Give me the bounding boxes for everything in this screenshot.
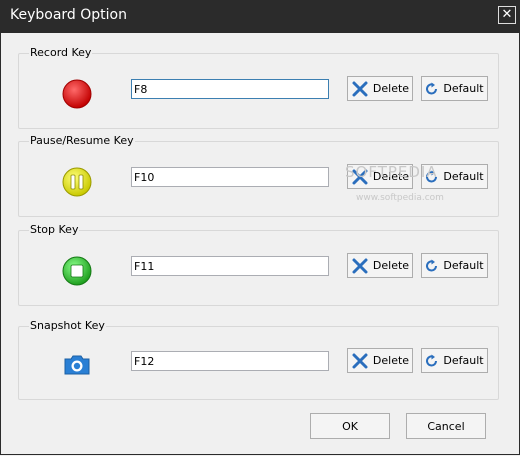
group-snapshot-key: Snapshot Key F12 Delete Default [18,319,499,400]
delete-button[interactable]: Delete [347,76,413,101]
stop-icon [59,253,95,289]
snapshot-key-input[interactable]: F12 [131,351,329,371]
watermark-url: www.softpedia.com [356,193,444,203]
group-label: Snapshot Key [29,319,106,332]
default-button[interactable]: Default [421,253,488,278]
ok-button[interactable]: OK [310,413,390,439]
close-icon[interactable]: ✕ [498,6,516,24]
stop-key-input[interactable]: F11 [131,256,329,276]
window-title: Keyboard Option [10,7,127,23]
default-button[interactable]: Default [421,348,488,373]
group-label: Pause/Resume Key [29,134,135,147]
group-label: Record Key [29,46,93,59]
group-label: Stop Key [29,223,80,236]
camera-icon [59,347,95,383]
pause-icon [59,164,95,200]
pause-key-input[interactable]: F10 [131,167,329,187]
dialog-body: Record Key F8 Delete Default Pause/Resum… [0,33,520,455]
delete-label: Delete [372,354,410,367]
refresh-icon [426,82,438,94]
group-stop-key: Stop Key F11 Delete Default [18,223,499,306]
group-record-key: Record Key F8 Delete Default [18,46,499,129]
default-label: Default [443,354,484,367]
delete-x-icon [352,258,368,273]
refresh-icon [426,259,438,271]
record-icon [59,76,95,112]
default-label: Default [443,259,484,272]
default-label: Default [443,170,484,183]
refresh-icon [426,354,438,366]
delete-button[interactable]: Delete [347,348,413,373]
default-button[interactable]: Default [421,76,488,101]
default-label: Default [443,82,484,95]
delete-label: Delete [372,82,410,95]
record-key-input[interactable]: F8 [131,79,329,99]
title-bar: Keyboard Option ✕ [0,0,520,33]
delete-x-icon [352,81,368,96]
delete-button[interactable]: Delete [347,253,413,278]
delete-x-icon [352,353,368,368]
cancel-button[interactable]: Cancel [406,413,486,439]
watermark: SOFTPEDIA [345,163,438,181]
delete-label: Delete [372,259,410,272]
